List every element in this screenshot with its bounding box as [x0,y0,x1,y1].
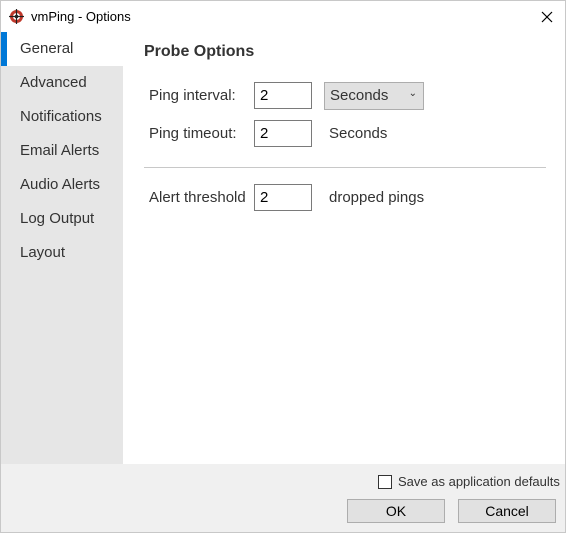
section-divider [144,167,546,168]
alert-threshold-label: Alert threshold [149,189,246,206]
chevron-down-icon: ⌄ [408,88,417,99]
target-icon [9,9,24,24]
window-title: vmPing - Options [31,9,131,24]
save-defaults-label: Save as application defaults [398,474,560,489]
close-button[interactable] [529,1,565,32]
alert-threshold-unit: dropped pings [329,189,425,206]
sidebar-item-notifications[interactable]: Notifications [1,100,123,134]
general-panel: Probe Options Ping interval: Seconds ⌄ P… [123,32,565,464]
dialog-footer: Save as application defaults OK Cancel [1,464,565,532]
sidebar-item-advanced[interactable]: Advanced [1,66,123,100]
ping-timeout-input[interactable] [254,120,312,147]
cancel-button[interactable]: Cancel [458,499,556,523]
sidebar-item-log-output[interactable]: Log Output [1,202,123,236]
section-heading: Probe Options [144,43,255,60]
checkbox-box[interactable] [378,474,392,489]
ok-button[interactable]: OK [347,499,445,523]
ping-timeout-label: Ping timeout: [149,125,237,142]
ping-interval-input[interactable] [254,82,312,109]
options-window: vmPing - Options General Advanced Notifi… [0,0,566,533]
alert-threshold-input[interactable] [254,184,312,211]
sidebar-item-audio-alerts[interactable]: Audio Alerts [1,168,123,202]
sidebar-item-general[interactable]: General [1,32,123,66]
sidebar-nav: General Advanced Notifications Email Ale… [1,32,123,464]
save-defaults-checkbox[interactable]: Save as application defaults [378,474,560,489]
ping-timeout-unit: Seconds [329,125,388,142]
sidebar-item-email-alerts[interactable]: Email Alerts [1,134,123,168]
interval-unit-value: Seconds [330,87,389,104]
title-bar: vmPing - Options [1,1,565,32]
sidebar-item-layout[interactable]: Layout [1,236,123,270]
close-icon [541,11,553,22]
interval-unit-select[interactable]: Seconds ⌄ [324,82,424,110]
ping-interval-label: Ping interval: [149,87,236,104]
